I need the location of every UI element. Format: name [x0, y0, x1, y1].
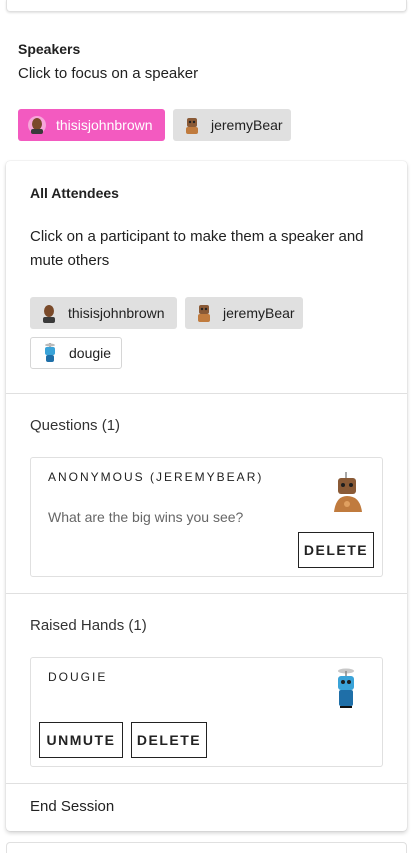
attendee-chip-dougie[interactable]: dougie — [30, 337, 122, 369]
raised-hands-title: Raised Hands (1) — [30, 617, 147, 634]
speakers-section: Speakers Click to focus on a speaker — [18, 40, 408, 84]
previous-card-edge — [6, 0, 407, 12]
unmute-button[interactable]: UNMUTE — [39, 722, 123, 758]
attendee-chip-label: dougie — [69, 345, 112, 361]
speakers-heading: Speakers — [18, 41, 81, 57]
attendee-chip-label: jeremyBear — [223, 305, 295, 321]
delete-question-button[interactable]: DELETE — [298, 532, 374, 568]
questions-title: Questions (1) — [30, 417, 121, 434]
raised-hand-name: DOUGIE — [48, 670, 108, 684]
speakers-subtitle: Click to focus on a speaker — [18, 65, 199, 82]
question-author: ANONYMOUS (JEREMYBEAR) — [48, 470, 264, 484]
avatar-jeremy-icon — [183, 116, 201, 134]
attendee-chip-thisisjohnbrown[interactable]: thisisjohnbrown — [30, 297, 177, 329]
speaker-chip-jeremybear[interactable]: jeremyBear — [173, 109, 291, 141]
attendees-panel: All Attendees Click on a participant to … — [6, 161, 407, 831]
next-card-edge — [6, 842, 407, 853]
question-text: What are the big wins you see? — [48, 509, 244, 525]
all-attendees-heading: All Attendees — [30, 185, 119, 201]
delete-raised-hand-button[interactable]: DELETE — [131, 722, 207, 758]
divider — [6, 783, 407, 784]
end-session-button[interactable]: End Session — [30, 798, 114, 815]
divider — [6, 593, 407, 594]
all-attendees-description: Click on a participant to make them a sp… — [30, 228, 364, 269]
attendee-chip-jeremybear[interactable]: jeremyBear — [185, 297, 303, 329]
question-card: ANONYMOUS (JEREMYBEAR) What are the big … — [30, 457, 383, 577]
speaker-chip-label: jeremyBear — [211, 117, 283, 133]
robot-avatar-icon — [332, 472, 364, 512]
divider — [6, 393, 407, 394]
robot-avatar-icon — [332, 666, 364, 708]
avatar-dougie-icon — [41, 343, 59, 363]
speaker-chip-label: thisisjohnbrown — [56, 117, 153, 133]
attendee-chip-label: thisisjohnbrown — [68, 305, 165, 321]
raised-hand-card: DOUGIE UNMUTE DELETE — [30, 657, 383, 767]
avatar-jeremy-icon — [195, 303, 213, 323]
speaker-chip-thisisjohnbrown[interactable]: thisisjohnbrown — [18, 109, 165, 141]
avatar-john-icon — [40, 303, 58, 323]
avatar-john-icon — [28, 116, 46, 134]
